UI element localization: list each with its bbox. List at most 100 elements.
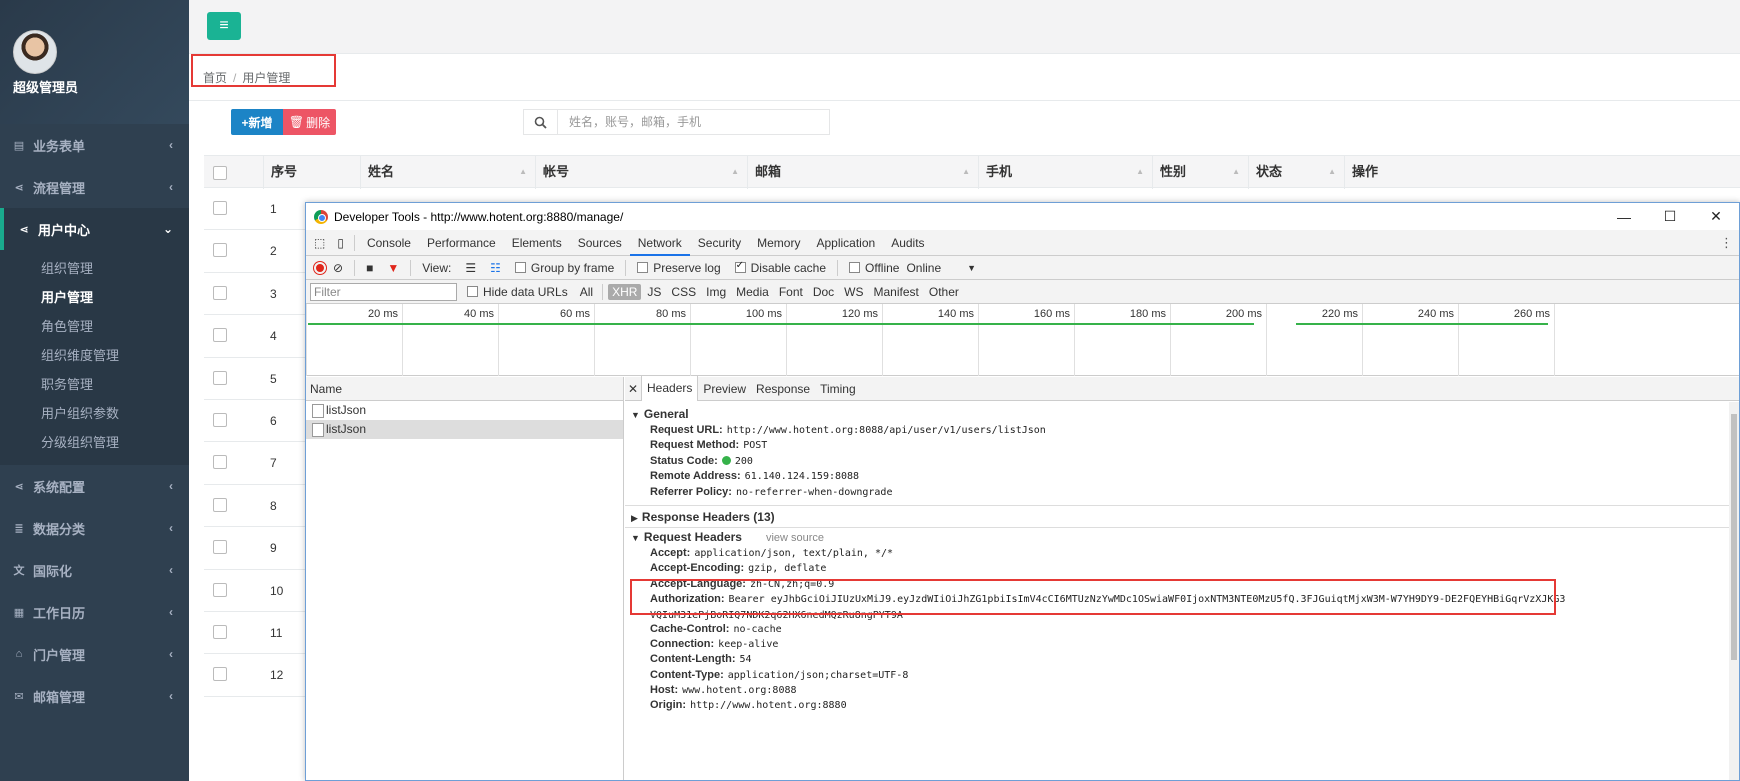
header-gender[interactable]: 性别 ▲	[1152, 156, 1248, 189]
filter-type-img[interactable]: Img	[702, 284, 730, 300]
tab-console[interactable]: Console	[359, 230, 419, 256]
maximize-button[interactable]: ☐	[1647, 203, 1693, 230]
list-view-icon[interactable]: ☰	[465, 261, 476, 275]
delete-button[interactable]: 🗑 删除	[283, 109, 336, 135]
group-by-frame-option[interactable]: Group by frame	[514, 261, 614, 275]
row-checkbox[interactable]	[213, 285, 227, 300]
avatar[interactable]	[13, 30, 57, 74]
submenu-users[interactable]: 用户管理	[0, 283, 189, 312]
group-by-frame-checkbox[interactable]	[514, 262, 526, 273]
general-section-header[interactable]: ▼ General	[625, 406, 1729, 423]
filter-icon[interactable]: ▼	[387, 261, 399, 275]
filter-type-css[interactable]: CSS	[667, 284, 700, 300]
close-button[interactable]: ✕	[1693, 203, 1739, 230]
filter-input[interactable]: Filter	[310, 282, 457, 301]
row-checkbox[interactable]	[213, 540, 227, 555]
hide-data-urls-checkbox[interactable]	[467, 286, 478, 297]
filter-type-manifest[interactable]: Manifest	[870, 284, 923, 300]
close-details-icon[interactable]: ✕	[625, 382, 641, 396]
device-toggle-icon[interactable]: ▯	[331, 230, 350, 256]
menu-toggle-button[interactable]: ≡	[207, 12, 241, 40]
preserve-log-checkbox[interactable]	[637, 262, 649, 273]
row-checkbox[interactable]	[213, 667, 227, 682]
nav-item-business-forms[interactable]: ▤ 业务表单 ‹	[0, 124, 189, 166]
tab-elements[interactable]: Elements	[504, 230, 570, 256]
filter-type-xhr[interactable]: XHR	[608, 283, 642, 300]
filter-type-other[interactable]: Other	[925, 284, 963, 300]
search-input[interactable]	[558, 115, 818, 129]
header-select-all[interactable]	[204, 156, 263, 189]
search-icon[interactable]	[524, 110, 558, 134]
tab-timing[interactable]: Timing	[815, 377, 861, 401]
clear-icon[interactable]: ⊘	[333, 261, 343, 275]
tab-audits[interactable]: Audits	[883, 230, 932, 256]
filter-type-font[interactable]: Font	[775, 284, 807, 300]
nav-item-portal[interactable]: ⌂ 门户管理 ‹	[0, 633, 189, 675]
row-checkbox[interactable]	[213, 497, 227, 512]
header-email[interactable]: 邮箱 ▲	[747, 156, 978, 189]
scrollbar-thumb[interactable]	[1731, 414, 1737, 660]
filter-type-media[interactable]: Media	[732, 284, 773, 300]
nav-item-user-center[interactable]: ⋖ 用户中心 ⌄	[0, 208, 189, 250]
submenu-org[interactable]: 组织管理	[0, 254, 189, 283]
submenu-positions[interactable]: 职务管理	[0, 370, 189, 399]
add-button[interactable]: +新增	[231, 109, 283, 135]
submenu-org-dimension[interactable]: 组织维度管理	[0, 341, 189, 370]
nav-item-process[interactable]: ⋖ 流程管理 ‹	[0, 166, 189, 208]
tab-application[interactable]: Application	[808, 230, 883, 256]
nav-item-calendar[interactable]: ▦ 工作日历 ‹	[0, 591, 189, 633]
response-headers-section-header[interactable]: ▶ Response Headers (13)	[625, 509, 1729, 526]
row-checkbox[interactable]	[213, 582, 227, 597]
devtools-titlebar[interactable]: Developer Tools - http://www.hotent.org:…	[306, 203, 1739, 230]
header-name[interactable]: 姓名 ▲	[360, 156, 535, 189]
request-row-selected[interactable]: listJson	[306, 420, 623, 439]
disable-cache-checkbox[interactable]	[734, 260, 746, 273]
request-headers-section-header[interactable]: ▼ Request Headers view source	[625, 529, 1729, 546]
minimize-button[interactable]: —	[1601, 203, 1647, 230]
submenu-user-org-params[interactable]: 用户组织参数	[0, 399, 189, 428]
row-checkbox[interactable]	[213, 370, 227, 385]
select-all-checkbox[interactable]	[213, 165, 227, 180]
submenu-roles[interactable]: 角色管理	[0, 312, 189, 341]
row-checkbox[interactable]	[213, 412, 227, 427]
network-timeline[interactable]: 20 ms 40 ms 60 ms 80 ms 100 ms 120 ms 14…	[306, 304, 1739, 376]
tab-network[interactable]: Network	[629, 230, 690, 256]
nav-item-mail[interactable]: ✉ 邮箱管理 ‹	[0, 675, 189, 717]
record-icon[interactable]	[314, 261, 326, 274]
throttle-select[interactable]: Online ▼	[906, 261, 976, 275]
scrollbar[interactable]	[1729, 402, 1739, 780]
offline-option[interactable]: Offline	[849, 261, 899, 275]
row-checkbox[interactable]	[213, 201, 227, 215]
tab-performance[interactable]: Performance	[419, 230, 504, 256]
screenshot-icon[interactable]: ■	[366, 261, 373, 275]
header-phone[interactable]: 手机 ▲	[978, 156, 1152, 189]
filter-type-doc[interactable]: Doc	[809, 284, 838, 300]
row-checkbox[interactable]	[213, 328, 227, 343]
waterfall-view-icon[interactable]: ☷	[490, 261, 501, 275]
submenu-graded-org[interactable]: 分级组织管理	[0, 428, 189, 457]
hide-data-urls-option[interactable]: Hide data URLs	[467, 285, 568, 299]
nav-item-system-config[interactable]: ⋖ 系统配置 ‹	[0, 465, 189, 507]
filter-type-js[interactable]: JS	[643, 284, 665, 300]
offline-checkbox[interactable]	[849, 262, 860, 273]
tab-preview[interactable]: Preview	[698, 377, 751, 401]
more-vert-icon[interactable]: ⋮	[1720, 235, 1733, 251]
filter-type-all[interactable]: All	[576, 284, 597, 300]
header-status[interactable]: 状态 ▲	[1248, 156, 1344, 189]
nav-item-i18n[interactable]: 文 国际化 ‹	[0, 549, 189, 591]
tab-headers[interactable]: Headers	[641, 376, 699, 401]
tab-sources[interactable]: Sources	[570, 230, 630, 256]
disable-cache-option[interactable]: Disable cache	[734, 260, 826, 275]
view-source-link[interactable]: view source	[766, 532, 824, 544]
breadcrumb-home[interactable]: 首页	[203, 71, 227, 85]
tab-memory[interactable]: Memory	[749, 230, 808, 256]
header-account[interactable]: 帐号 ▲	[535, 156, 747, 189]
row-checkbox[interactable]	[213, 455, 227, 470]
tab-response[interactable]: Response	[751, 377, 815, 401]
name-column-header[interactable]: Name	[306, 377, 623, 401]
row-checkbox[interactable]	[213, 624, 227, 639]
inspect-element-icon[interactable]: ⬚	[306, 230, 331, 256]
tab-security[interactable]: Security	[690, 230, 749, 256]
nav-item-data-category[interactable]: ≣ 数据分类 ‹	[0, 507, 189, 549]
request-row[interactable]: listJson	[306, 401, 623, 420]
